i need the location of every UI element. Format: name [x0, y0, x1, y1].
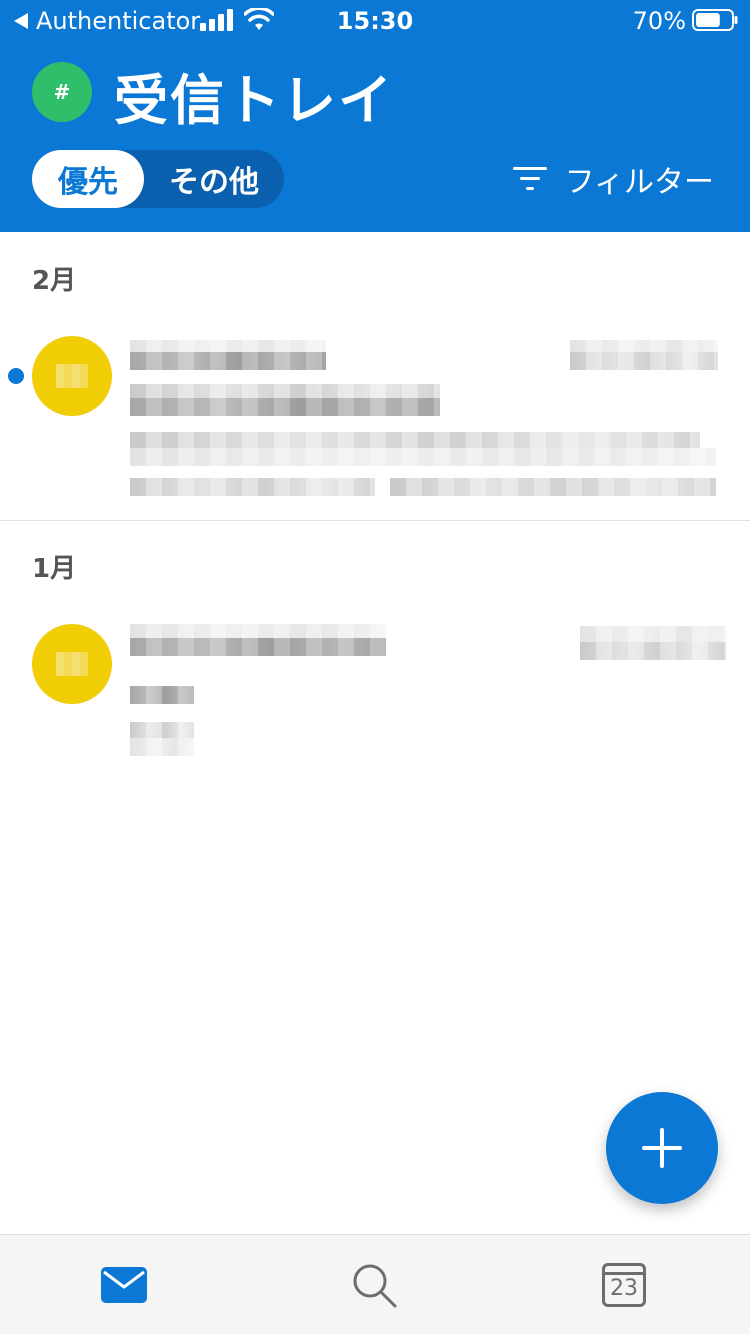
battery-icon: [692, 9, 738, 31]
sender-name-redacted: [130, 638, 386, 656]
sender-name-redacted: [130, 352, 326, 370]
list-item[interactable]: [0, 328, 750, 520]
outlook-app: Authenticator 15:30 70% # 受信トレイ 優先 その他 フ…: [0, 0, 750, 1334]
filter-button[interactable]: フィルター: [512, 158, 714, 200]
section-header-february: 2月: [32, 266, 77, 296]
bottom-tab-bar: 23: [0, 1234, 750, 1334]
compose-button[interactable]: [606, 1092, 718, 1204]
inbox-header: Authenticator 15:30 70% # 受信トレイ 優先 その他 フ…: [0, 0, 750, 232]
tab-other[interactable]: その他: [144, 150, 284, 208]
battery-percent: 70%: [632, 7, 686, 35]
tab-calendar[interactable]: 23: [584, 1253, 664, 1317]
section-header-january: 1月: [32, 554, 77, 584]
section-divider: [0, 520, 750, 521]
avatar: [32, 624, 112, 704]
avatar: [32, 336, 112, 416]
preview-redacted: [130, 478, 375, 496]
envelope-icon: [101, 1267, 147, 1303]
tab-focused-label: 優先: [58, 165, 118, 200]
calendar-day: 23: [610, 1275, 638, 1301]
status-bar: Authenticator 15:30 70%: [0, 0, 750, 40]
preview-redacted: [390, 478, 716, 496]
list-item[interactable]: [0, 618, 750, 758]
mail-list: 2月 1月: [0, 232, 750, 1234]
filter-label: フィルター: [564, 165, 714, 200]
unread-dot: [8, 368, 24, 384]
subject-redacted: [130, 398, 440, 416]
focused-other-toggle: 優先 その他: [32, 150, 284, 208]
account-avatar-symbol: #: [53, 80, 71, 104]
search-icon: [353, 1264, 397, 1308]
tab-mail[interactable]: [84, 1253, 164, 1317]
date-redacted: [580, 642, 726, 660]
account-avatar[interactable]: #: [32, 62, 92, 122]
subject-redacted: [130, 686, 194, 704]
preview-redacted: [130, 738, 194, 756]
tab-other-label: その他: [169, 165, 259, 200]
date-redacted: [570, 352, 718, 370]
calendar-icon: 23: [602, 1263, 646, 1307]
page-title: 受信トレイ: [114, 69, 394, 132]
preview-redacted: [130, 448, 716, 466]
tab-focused[interactable]: 優先: [32, 150, 144, 208]
filter-icon: [512, 165, 547, 193]
tab-search[interactable]: [334, 1253, 414, 1317]
